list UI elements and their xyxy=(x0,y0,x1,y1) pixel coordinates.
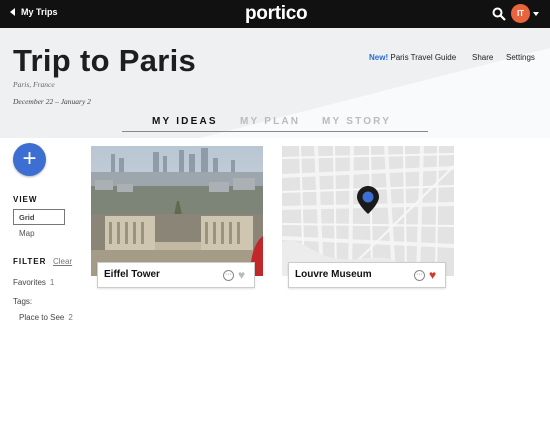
view-heading: VIEW xyxy=(13,195,38,204)
tags-heading: Tags: xyxy=(13,297,33,306)
portico-logo[interactable]: portico xyxy=(245,3,308,25)
trip-tabs: MY IDEAS MY PLAN MY STORY xyxy=(122,116,428,132)
trip-location: Paris, France xyxy=(13,80,55,89)
back-label: My Trips xyxy=(21,7,58,17)
new-badge: New! xyxy=(369,53,389,62)
favorites-count: 1 xyxy=(49,278,55,287)
idea-card-image-eiffel-tower[interactable] xyxy=(91,146,263,276)
idea-card-map-louvre-museum[interactable] xyxy=(282,146,454,276)
tag-filter-place-to-see[interactable]: Place to See 2 xyxy=(19,313,73,322)
tab-my-ideas[interactable]: MY IDEAS xyxy=(152,116,218,127)
view-map-link[interactable]: Map xyxy=(19,229,35,238)
card-title: Eiffel Tower xyxy=(104,269,160,280)
settings-link[interactable]: Settings xyxy=(506,53,535,62)
share-link[interactable]: Share xyxy=(472,53,493,62)
map-pin-icon[interactable] xyxy=(357,186,379,214)
top-bar: My Trips portico IT xyxy=(0,0,550,28)
travel-guide-label: Paris Travel Guide xyxy=(390,53,457,62)
paris-skyline-photo xyxy=(91,146,263,276)
heart-icon[interactable]: ♥ xyxy=(429,269,436,281)
tag-label: Place to See xyxy=(19,313,65,322)
filter-heading: FILTER xyxy=(13,257,47,266)
view-grid-button[interactable]: Grid xyxy=(13,209,65,225)
trip-dates[interactable]: December 22 – January 2 xyxy=(13,97,91,106)
more-options-icon[interactable]: ··· xyxy=(223,270,234,281)
search-icon[interactable] xyxy=(492,7,506,21)
heart-icon[interactable]: ♥ xyxy=(238,269,245,281)
favorites-filter[interactable]: Favorites 1 xyxy=(13,278,54,287)
avatar[interactable]: IT xyxy=(511,4,530,23)
more-options-icon[interactable]: ··· xyxy=(414,270,425,281)
tag-count: 2 xyxy=(68,313,73,322)
add-idea-button[interactable]: + xyxy=(13,143,46,176)
clear-filter-link[interactable]: Clear xyxy=(53,257,72,266)
travel-guide-link[interactable]: New! Paris Travel Guide xyxy=(369,53,456,62)
back-to-my-trips-link[interactable]: My Trips xyxy=(10,7,58,17)
chevron-left-icon xyxy=(10,8,15,16)
card-title: Louvre Museum xyxy=(295,269,372,280)
tab-my-story[interactable]: MY STORY xyxy=(322,116,391,127)
page-title: Trip to Paris xyxy=(13,43,197,78)
idea-card-louvre-museum[interactable]: Louvre Museum ··· ♥ xyxy=(288,262,446,288)
chevron-down-icon[interactable] xyxy=(533,12,539,16)
plus-icon: + xyxy=(22,144,37,172)
tab-my-plan[interactable]: MY PLAN xyxy=(240,116,300,127)
idea-card-eiffel-tower[interactable]: Eiffel Tower ··· ♥ xyxy=(97,262,255,288)
favorites-label: Favorites xyxy=(13,278,46,287)
